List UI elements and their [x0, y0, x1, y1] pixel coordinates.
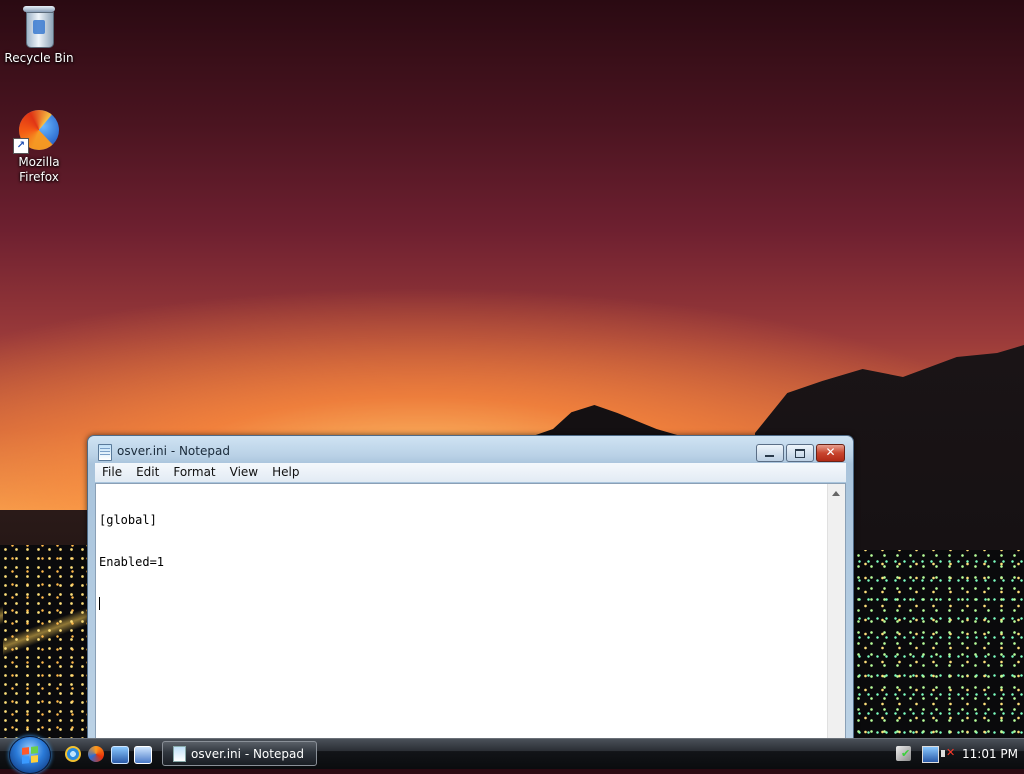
internet-explorer-icon[interactable] — [65, 746, 81, 762]
editor-line: [global] — [99, 513, 157, 527]
wallpaper-city-lights — [852, 550, 1024, 740]
menu-edit[interactable]: Edit — [129, 463, 166, 482]
editor-text[interactable]: [global] Enabled=1 — [99, 485, 164, 639]
menu-file[interactable]: File — [95, 463, 129, 482]
title-bar[interactable]: osver.ini - Notepad ✕ — [88, 436, 853, 466]
shortcut-arrow-icon: ↗ — [13, 138, 29, 154]
start-button[interactable] — [9, 736, 51, 774]
desktop-icon-label: Recycle Bin — [4, 51, 74, 65]
notepad-icon — [98, 444, 112, 461]
desktop-icon-label: Mozilla Firefox — [18, 155, 60, 184]
firefox-icon: ↗ — [13, 108, 61, 154]
show-desktop-icon[interactable] — [111, 746, 129, 764]
wallpaper-city-lights-left — [0, 545, 88, 740]
volume-muted-icon[interactable] — [940, 746, 955, 761]
notepad-icon — [173, 746, 186, 762]
menu-view[interactable]: View — [223, 463, 265, 482]
scroll-up-arrow-icon[interactable] — [832, 491, 840, 496]
clock[interactable]: 11:01 PM — [962, 747, 1018, 761]
minimize-button[interactable] — [756, 444, 784, 462]
editor-line-current — [99, 597, 164, 611]
menu-format[interactable]: Format — [166, 463, 222, 482]
desktop-icon-recycle-bin[interactable]: Recycle Bin — [1, 4, 77, 66]
menu-help[interactable]: Help — [265, 463, 306, 482]
taskbar-button-notepad[interactable]: osver.ini - Notepad — [162, 741, 317, 766]
desktop-icon-firefox[interactable]: ↗ Mozilla Firefox — [1, 108, 77, 185]
maximize-button[interactable] — [786, 444, 814, 462]
windows-security-icon[interactable] — [896, 746, 911, 761]
taskbar: osver.ini - Notepad 11:01 PM — [0, 736, 1024, 774]
notepad-window[interactable]: osver.ini - Notepad ✕ File Edit Format V… — [87, 435, 854, 757]
recycle-bin-icon — [23, 4, 55, 48]
taskbar-button-label: osver.ini - Notepad — [191, 747, 304, 761]
menu-bar: File Edit Format View Help — [95, 463, 846, 482]
text-caret — [99, 597, 100, 610]
network-icon[interactable] — [922, 746, 939, 763]
window-title: osver.ini - Notepad — [117, 444, 230, 458]
text-editor-area[interactable]: [global] Enabled=1 — [95, 483, 846, 756]
close-icon: ✕ — [825, 445, 836, 459]
caption-buttons: ✕ — [756, 444, 845, 462]
close-button[interactable]: ✕ — [816, 444, 845, 462]
switch-windows-icon[interactable] — [134, 746, 152, 764]
vertical-scrollbar[interactable] — [827, 484, 845, 755]
firefox-icon[interactable] — [88, 746, 104, 762]
editor-line: Enabled=1 — [99, 555, 165, 569]
windows-logo-icon — [22, 746, 38, 764]
system-tray: 11:01 PM — [890, 739, 1024, 769]
